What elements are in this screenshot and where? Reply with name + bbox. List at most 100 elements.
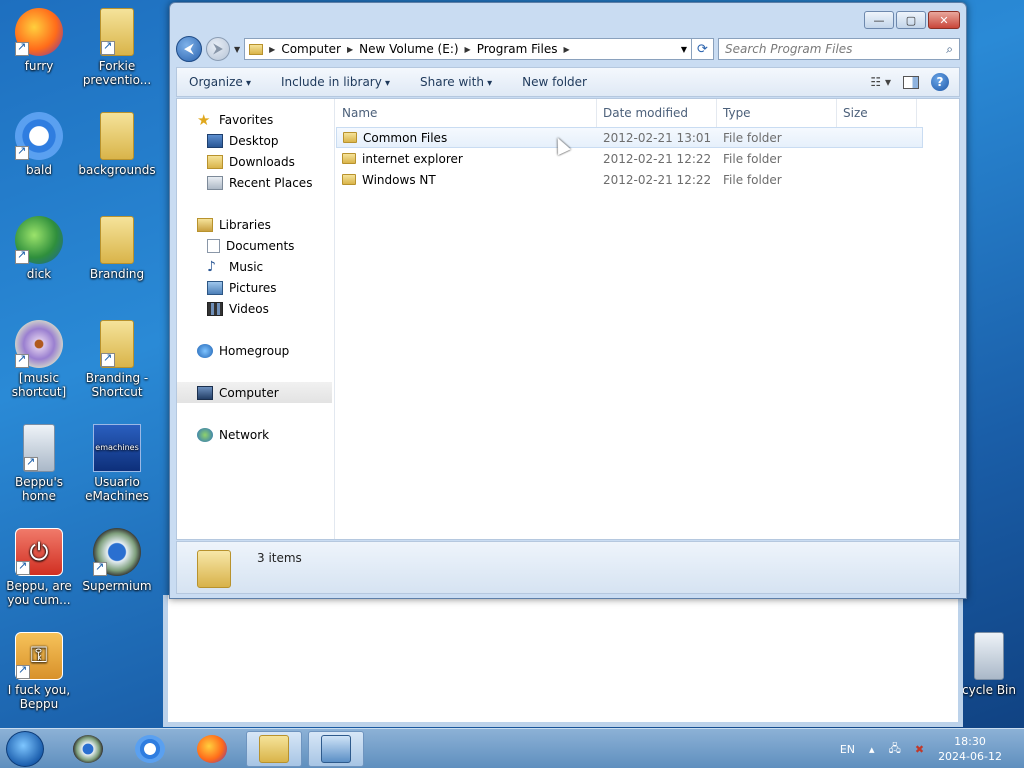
file-type: File folder (723, 172, 782, 187)
nav-music[interactable]: ♪ Music (177, 256, 334, 277)
desktop-icon-emachines[interactable]: emachines Usuario eMachines (78, 424, 156, 503)
back-button[interactable]: ⮜ (176, 36, 202, 62)
nav-recent-places[interactable]: Recent Places (177, 172, 334, 193)
file-row[interactable]: Windows NT 2012-02-21 12:22 File folder (336, 169, 959, 190)
desktop-icon-beppu-shutdown[interactable]: ⏻ Beppu, are you cum... (0, 528, 78, 607)
desktop-icon-forkie[interactable]: Forkie preventio... (78, 8, 156, 87)
language-indicator[interactable]: EN (840, 743, 855, 756)
search-input[interactable]: Search Program Files ⌕ (718, 38, 960, 60)
nav-videos[interactable]: Videos (177, 298, 334, 319)
nav-downloads[interactable]: Downloads (177, 151, 334, 172)
libraries-icon (197, 217, 213, 232)
recent-places-icon (207, 175, 223, 190)
desktop-icon-backgrounds[interactable]: backgrounds (78, 112, 156, 177)
desktop-icon-label: Beppu's home (14, 475, 63, 503)
breadcrumb-program-files[interactable]: Program Files (477, 42, 558, 56)
computer-icon (197, 385, 213, 400)
desktop-icon-branding[interactable]: Branding (78, 216, 156, 281)
show-hidden-icons-icon[interactable]: ▴ (869, 743, 875, 756)
column-date-modified[interactable]: Date modified (597, 98, 717, 127)
nav-network[interactable]: Network (177, 424, 334, 445)
maximize-button[interactable]: ▢ (896, 11, 926, 29)
desktop-icon-recycle-bin[interactable]: cycle Bin (954, 632, 1024, 697)
column-size[interactable]: Size (837, 98, 917, 127)
nav-libraries[interactable]: Libraries (177, 214, 334, 235)
downloads-folder-icon (207, 154, 223, 169)
nav-label: Computer (219, 385, 279, 400)
folder-icon (100, 112, 134, 160)
share-with-button[interactable]: Share with (420, 75, 492, 89)
recent-pages-dropdown[interactable]: ▼ (234, 45, 240, 54)
file-name: internet explorer (362, 151, 463, 166)
start-button[interactable] (6, 731, 44, 767)
desktop-icon-supermium[interactable]: Supermium (78, 528, 156, 593)
star-icon: ★ (197, 110, 211, 129)
taskbar-chrome[interactable] (122, 731, 178, 767)
shortcut-arrow-icon (93, 560, 107, 576)
nav-computer[interactable]: Computer (177, 382, 332, 403)
desktop-icon-branding-shortcut[interactable]: Branding - Shortcut (78, 320, 156, 399)
include-in-library-button[interactable]: Include in library (281, 75, 390, 89)
breadcrumb-separator-icon[interactable]: ▶ (465, 45, 471, 54)
disc-icon (15, 320, 63, 368)
column-name[interactable]: Name (336, 98, 597, 127)
nav-desktop[interactable]: Desktop (177, 130, 334, 151)
file-row[interactable]: Common Files 2012-02-21 13:01 File folde… (336, 127, 923, 148)
close-button[interactable]: ✕ (928, 11, 960, 29)
desktop-icon-firefox[interactable]: furry (0, 8, 78, 73)
clock[interactable]: 18:30 2024-06-12 (938, 734, 1002, 764)
search-icon: ⌕ (946, 41, 953, 56)
desktop-icon-label: Supermium (82, 579, 152, 593)
help-icon[interactable]: ? (931, 73, 949, 91)
window-titlebar[interactable]: — ▢ ✕ (170, 3, 966, 35)
column-headers: Name Date modified Type Size (336, 98, 959, 127)
nav-documents[interactable]: Documents (177, 235, 334, 256)
network-icon (197, 427, 213, 442)
desktop-icon-download-manager[interactable]: dick (0, 216, 78, 281)
desktop-icon-label: Branding (89, 267, 145, 281)
nav-homegroup[interactable]: Homegroup (177, 340, 334, 361)
desktop-icon-media[interactable]: [music shortcut] (0, 320, 78, 399)
breadcrumb-volume[interactable]: New Volume (E:) (359, 42, 458, 56)
shortcut-arrow-icon (15, 40, 29, 56)
desktop-icon-beppu-home[interactable]: Beppu's home (0, 424, 78, 503)
nav-label: Downloads (229, 154, 295, 169)
desktop-icon-label: I fuck you, Beppu (7, 683, 71, 711)
desktop-icon-chrome[interactable]: bald (0, 112, 78, 177)
desktop-icon-key[interactable]: ⚿ I fuck you, Beppu (0, 632, 78, 711)
address-bar[interactable]: ▶ Computer ▶ New Volume (E:) ▶ Program F… (244, 38, 714, 60)
supermium-icon (73, 735, 103, 763)
desktop-icon-label: dick (26, 267, 52, 281)
new-folder-button[interactable]: New folder (522, 75, 587, 89)
refresh-icon[interactable]: ⟳ (691, 39, 713, 59)
column-type[interactable]: Type (717, 98, 837, 127)
taskbar-control-panel[interactable] (308, 731, 364, 767)
nav-pictures[interactable]: Pictures (177, 277, 334, 298)
network-tray-icon[interactable]: 🖧 (889, 740, 901, 759)
explorer-window: — ▢ ✕ ⮜ ⮞ ▼ ▶ Computer ▶ New Volume (E:)… (169, 2, 967, 599)
taskbar-explorer[interactable] (246, 731, 302, 767)
nav-label: Music (229, 259, 264, 274)
nav-label: Pictures (229, 280, 277, 295)
organize-button[interactable]: Organize (189, 75, 251, 89)
nav-favorites[interactable]: ★ Favorites (177, 109, 334, 130)
preview-pane-icon[interactable] (903, 75, 919, 89)
desktop-icon-label: furry (24, 59, 54, 73)
taskbar-firefox[interactable] (184, 731, 240, 767)
volume-muted-icon[interactable]: ✖ (915, 743, 924, 756)
breadcrumb-computer[interactable]: Computer (281, 42, 341, 56)
folder-icon (100, 320, 134, 368)
folder-icon (100, 8, 134, 56)
address-dropdown-icon[interactable]: ▼ (681, 45, 687, 54)
view-options-icon[interactable]: ☷ ▾ (870, 75, 891, 89)
breadcrumb-separator-icon[interactable]: ▶ (269, 45, 275, 54)
file-row[interactable]: internet explorer 2012-02-21 12:22 File … (336, 148, 959, 169)
minimize-button[interactable]: — (864, 11, 894, 29)
breadcrumb-separator-icon[interactable]: ▶ (563, 45, 569, 54)
forward-button[interactable]: ⮞ (206, 37, 230, 61)
breadcrumb-separator-icon[interactable]: ▶ (347, 45, 353, 54)
nav-label: Desktop (229, 133, 279, 148)
taskbar-supermium[interactable] (60, 731, 116, 767)
nav-label: Network (219, 427, 270, 442)
command-bar: Organize Include in library Share with N… (176, 67, 960, 97)
